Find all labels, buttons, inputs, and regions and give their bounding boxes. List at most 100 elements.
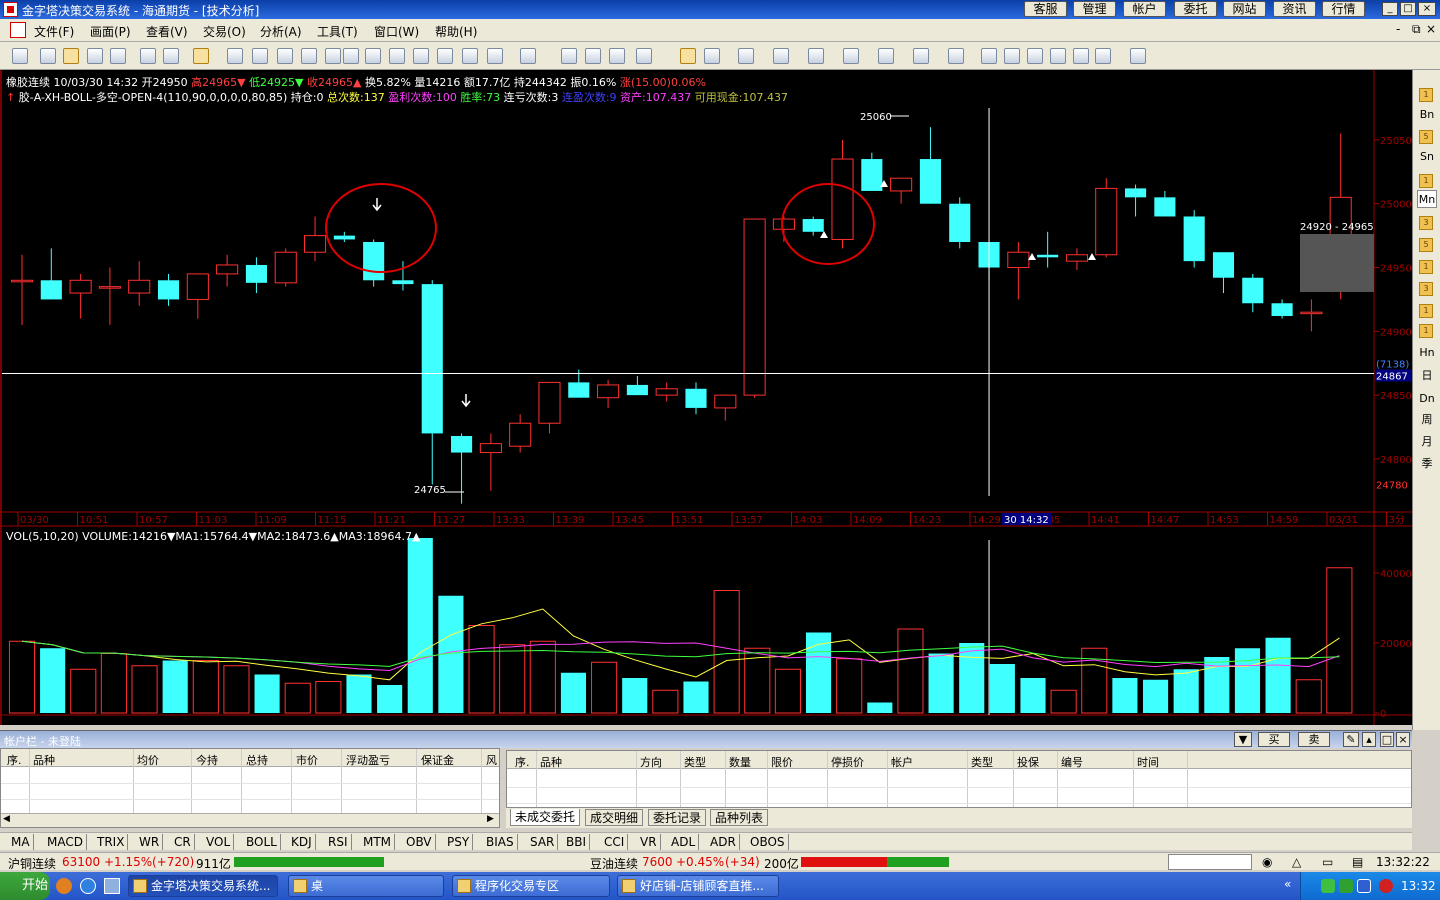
tools-icon[interactable]: ✎ [1343, 732, 1359, 747]
positions-scrollbar[interactable]: ◀ ▶ [1, 813, 499, 827]
money-icon[interactable] [585, 48, 601, 64]
col-avg-price[interactable]: 均价 [137, 752, 159, 768]
ord-col-kind[interactable]: 类型 [971, 754, 993, 770]
ind-tab-adl[interactable]: ADL [668, 834, 700, 850]
menu-file[interactable]: 文件(F) [34, 23, 74, 40]
col-market-price[interactable]: 市价 [296, 752, 318, 768]
top-button-order[interactable]: 委托 [1174, 1, 1217, 17]
menu-tools[interactable]: 工具(T) [317, 23, 358, 40]
system-icon[interactable] [561, 48, 577, 64]
ind-tab-vol[interactable]: VOL [203, 834, 235, 850]
settings-icon[interactable] [1130, 48, 1146, 64]
menu-help[interactable]: 帮助(H) [435, 23, 477, 40]
period-month[interactable]: 月 [1417, 433, 1437, 451]
ord-col-type[interactable]: 类型 [684, 754, 706, 770]
menu-screen[interactable]: 画面(P) [90, 23, 131, 40]
ind-tab-cr[interactable]: CR [171, 834, 195, 850]
ind-tab-macd[interactable]: MACD [44, 834, 87, 850]
ord-col-time[interactable]: 时间 [1137, 754, 1159, 770]
palette-icon[interactable] [1095, 48, 1111, 64]
sell-button[interactable]: 卖 [1298, 732, 1330, 747]
tray-excel-icon[interactable] [1339, 879, 1353, 893]
period-quarter[interactable]: 季 [1417, 455, 1437, 473]
ind-tab-mtm[interactable]: MTM [360, 834, 396, 850]
shape-list-icon[interactable] [1073, 48, 1089, 64]
period-icon-5[interactable]: 5 [1419, 238, 1433, 252]
ind-tab-psy[interactable]: PSY [444, 834, 474, 850]
child-minimize-icon[interactable]: - [1396, 22, 1400, 36]
ind-tab-kdj[interactable]: KDJ [288, 834, 316, 850]
ind-tab-wr[interactable]: WR [136, 834, 164, 850]
cycle-icon[interactable] [878, 48, 894, 64]
print-icon[interactable] [110, 48, 126, 64]
menu-trade[interactable]: 交易(O) [203, 23, 246, 40]
ind-tab-trix[interactable]: TRIX [94, 834, 129, 850]
eraser-icon[interactable] [325, 48, 341, 64]
maximize-icon[interactable]: □ [1400, 2, 1416, 16]
ticker-right-name[interactable]: 豆油连续 [590, 855, 638, 872]
undo-icon[interactable] [140, 48, 156, 64]
ind-tab-rsi[interactable]: RSI [325, 834, 352, 850]
task-program-trading[interactable]: 程序化交易专区 [452, 875, 610, 897]
period-bn[interactable]: Bn [1417, 106, 1437, 124]
col-margin[interactable]: 保证金 [421, 752, 454, 768]
ord-col-account[interactable]: 帐户 [891, 754, 913, 770]
ind-tab-vr[interactable]: VR [637, 834, 661, 850]
ord-col-index[interactable]: 序. [515, 754, 530, 770]
period-icon-4[interactable]: 3 [1419, 216, 1433, 230]
top-button-account[interactable]: 帐户 [1123, 1, 1166, 17]
ticker-left-name[interactable]: 沪铜连续 [8, 855, 56, 872]
scroll-right-icon[interactable]: ▶ [487, 814, 494, 824]
ind-tab-obos[interactable]: OBOS [747, 834, 789, 850]
positions-table[interactable]: 序. 品种 均价 今持 总持 市价 浮动盈亏 保证金 风 ◀ ▶ [0, 748, 500, 828]
tray-shield-icon[interactable] [1357, 879, 1371, 893]
menu-analysis[interactable]: 分析(A) [260, 23, 302, 40]
alert-icon[interactable] [343, 48, 359, 64]
desktop-icon[interactable] [104, 878, 120, 894]
pen-icon[interactable] [301, 48, 317, 64]
ind-tab-adr[interactable]: ADR [707, 834, 740, 850]
bars-icon[interactable] [413, 48, 429, 64]
layout-icon[interactable] [87, 48, 103, 64]
col-risk[interactable]: 风 [486, 752, 497, 768]
stack-icon[interactable] [609, 48, 625, 64]
top-button-quotes[interactable]: 行情 [1322, 1, 1365, 17]
ind-tab-ma[interactable]: MA [8, 834, 34, 850]
tab-order-history[interactable]: 委托记录 [648, 809, 707, 826]
color-icon[interactable] [520, 48, 536, 64]
child-close-icon[interactable]: × [1426, 22, 1436, 36]
line-tool-icon[interactable] [680, 48, 696, 64]
ie-icon[interactable] [80, 878, 96, 894]
copy-shape-icon[interactable] [1050, 48, 1066, 64]
period-icon-9[interactable]: 1 [1419, 324, 1433, 338]
ind-tab-boll[interactable]: BOLL [243, 834, 281, 850]
col-float-pl[interactable]: 浮动盈亏 [346, 752, 390, 768]
ticker-input[interactable] [1168, 854, 1252, 870]
rect-icon[interactable] [913, 48, 929, 64]
ind-tab-bbi[interactable]: BBI [563, 834, 591, 850]
fib-icon[interactable] [738, 48, 754, 64]
top-button-manage[interactable]: 管理 [1073, 1, 1116, 17]
col-symbol[interactable]: 品种 [33, 752, 55, 768]
period-week[interactable]: 周 [1417, 411, 1437, 429]
crosshair-icon[interactable] [227, 48, 243, 64]
minimize-icon[interactable]: _ [1382, 2, 1398, 16]
period-icon-6[interactable]: 1 [1419, 260, 1433, 274]
period-hn[interactable]: Hn [1417, 344, 1437, 362]
select-tool-icon[interactable] [193, 48, 209, 64]
erase-shape-icon[interactable] [1027, 48, 1043, 64]
top-button-support[interactable]: 客服 [1024, 1, 1067, 17]
start-button[interactable]: 开始 [0, 872, 50, 900]
list-icon[interactable] [487, 48, 503, 64]
close-icon[interactable]: × [1418, 2, 1436, 16]
col-index[interactable]: 序. [7, 752, 22, 768]
account-close-icon[interactable]: × [1396, 732, 1410, 747]
tray-expand-icon[interactable]: « [1284, 877, 1291, 891]
ind-tab-obv[interactable]: OBV [403, 834, 436, 850]
ruler-icon[interactable] [277, 48, 293, 64]
arrow-icon[interactable] [1004, 48, 1020, 64]
col-total-pos[interactable]: 总持 [246, 752, 268, 768]
tray-network-icon[interactable] [1321, 879, 1335, 893]
grid-icon[interactable] [462, 48, 478, 64]
text-icon[interactable] [981, 48, 997, 64]
